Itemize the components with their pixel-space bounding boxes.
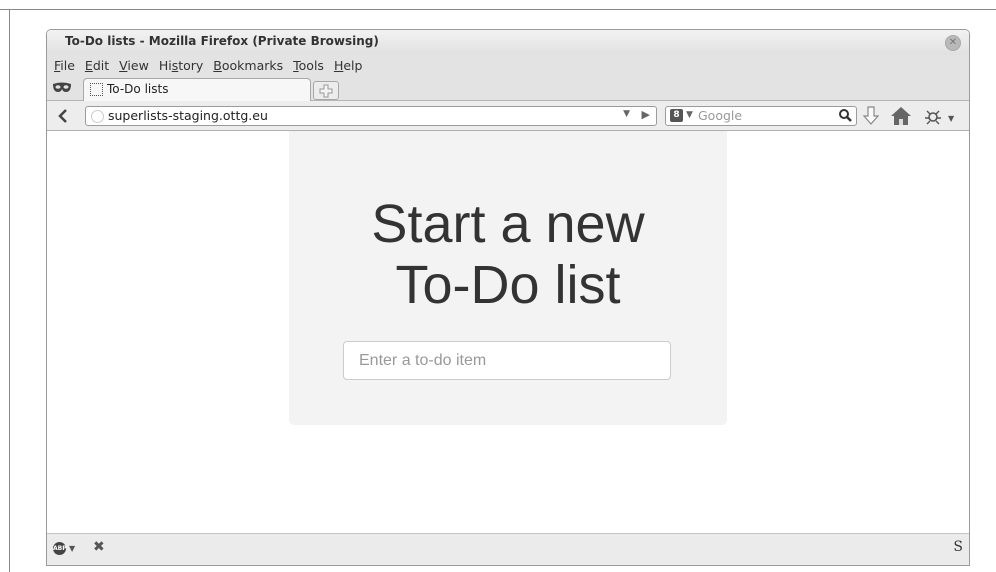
tab-strip: To-Do lists [47, 75, 969, 101]
navigation-toolbar: superlists-staging.ottg.eu ▼ ▶ 8 ▼ Googl… [47, 101, 969, 131]
menu-file[interactable]: File [53, 55, 80, 75]
new-item-placeholder: Enter a to-do item [359, 352, 487, 369]
new-list-panel: Start a new To-Do list Enter a to-do ite… [289, 131, 727, 425]
menu-help[interactable]: Help [333, 55, 368, 75]
search-engine-dropdown-icon[interactable]: ▼ [686, 110, 693, 120]
addon-bug-icon[interactable]: ▼ [921, 105, 961, 127]
adblock-plus-icon[interactable]: ABP [53, 542, 67, 555]
plus-icon [319, 84, 333, 98]
menu-bar: File Edit View History Bookmarks Tools H… [47, 55, 969, 75]
google-plus-icon[interactable]: 8 [670, 109, 683, 122]
svg-text:▼: ▼ [948, 114, 955, 123]
new-item-input[interactable]: Enter a to-do item [343, 341, 671, 380]
go-arrow-icon[interactable]: ▶ [642, 108, 650, 121]
new-tab-button[interactable] [313, 81, 339, 100]
headline-line-1: Start a new [371, 194, 645, 254]
site-identity-icon[interactable] [91, 110, 104, 123]
window-title: To-Do lists - Mozilla Firefox (Private B… [65, 34, 379, 48]
url-text: superlists-staging.ottg.eu [108, 108, 268, 123]
page-content: Start a new To-Do list Enter a to-do ite… [47, 131, 969, 533]
menu-view[interactable]: View [118, 55, 154, 75]
search-bar[interactable]: 8 ▼ Google [665, 106, 857, 126]
download-arrow-icon[interactable] [860, 105, 882, 127]
menu-edit[interactable]: Edit [84, 55, 114, 75]
back-arrow-icon[interactable] [55, 107, 73, 125]
headline-line-2: To-Do list [395, 255, 621, 315]
title-bar: To-Do lists - Mozilla Firefox (Private B… [47, 30, 969, 55]
menu-bookmarks[interactable]: Bookmarks [212, 55, 288, 75]
browser-window: To-Do lists - Mozilla Firefox (Private B… [46, 29, 970, 566]
page-title: Start a new To-Do list [289, 194, 727, 316]
tab-label: To-Do lists [107, 82, 169, 96]
sync-icon[interactable]: S [953, 539, 963, 555]
url-history-dropdown-icon[interactable]: ▼ [623, 109, 630, 119]
page-favicon-icon [90, 83, 103, 96]
private-browsing-mask-icon [53, 82, 71, 92]
tab-to-do-lists[interactable]: To-Do lists [83, 78, 311, 101]
home-icon[interactable] [890, 105, 912, 127]
page-border-top [0, 9, 996, 10]
close-icon: ✕ [948, 37, 958, 48]
menu-history[interactable]: History [158, 55, 208, 75]
search-input[interactable]: Google [698, 108, 742, 123]
url-bar[interactable]: superlists-staging.ottg.eu ▼ ▶ [85, 106, 657, 126]
page-border-left [9, 9, 10, 572]
close-window-button[interactable]: ✕ [945, 35, 961, 51]
addon-bar: ABP ▼ ✖ S [47, 533, 969, 565]
menu-tools[interactable]: Tools [292, 55, 329, 75]
adblock-dropdown-icon[interactable]: ▼ [69, 544, 75, 553]
search-icon[interactable] [838, 108, 853, 123]
close-addon-bar-icon[interactable]: ✖ [93, 539, 105, 555]
